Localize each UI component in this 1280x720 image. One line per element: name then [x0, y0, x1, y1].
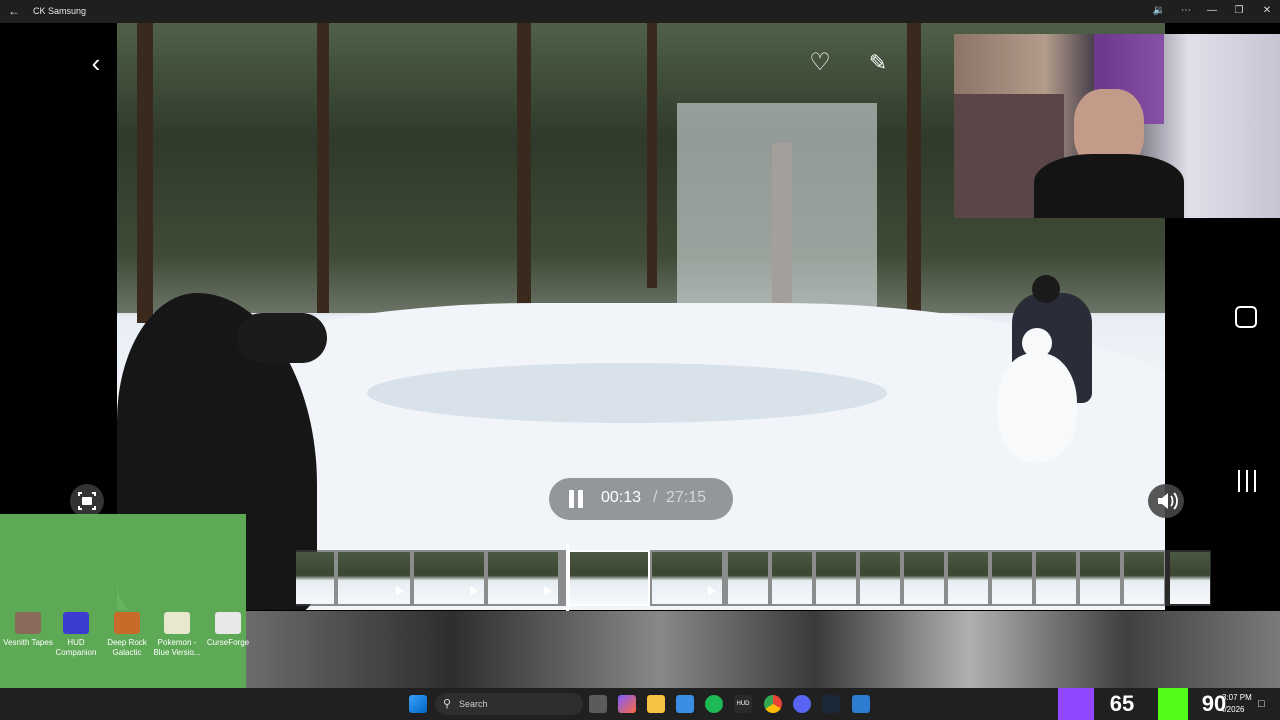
window-title: CK Samsung: [33, 6, 87, 16]
favorite-heart-icon[interactable]: ♡: [804, 48, 836, 80]
app-window-icon[interactable]: [852, 695, 870, 713]
file-explorer-icon[interactable]: [647, 695, 665, 713]
person-left-arm: [237, 313, 327, 363]
title-bar: ← CK Samsung 🔉 ⋯ — ❐ ✕: [0, 0, 1280, 23]
person-right-head: [1032, 275, 1060, 303]
desktop-icon-hud-companion[interactable]: HUD Companion: [48, 612, 104, 658]
copilot-icon[interactable]: [618, 695, 636, 713]
filmstrip-thumbnail[interactable]: [1080, 552, 1120, 604]
desktop-icon-pokemon-blue[interactable]: Pokemon - Blue Versio...: [149, 612, 205, 658]
desktop-background: [0, 514, 246, 688]
app-icon: [164, 612, 190, 634]
desktop-icon-label: Deep Rock Galactic: [107, 638, 147, 657]
filmstrip-thumbnail[interactable]: [1170, 552, 1210, 604]
kick-icon[interactable]: [1158, 688, 1188, 720]
recent-apps-icon[interactable]: [1236, 470, 1258, 492]
desktop-icon-deep-rock-galactic[interactable]: Deep Rock Galactic: [99, 612, 155, 658]
close-button[interactable]: ✕: [1258, 3, 1276, 19]
filmstrip-thumbnail[interactable]: [296, 552, 334, 604]
restore-button[interactable]: ❐: [1230, 3, 1248, 19]
filmstrip-thumbnail[interactable]: [488, 552, 558, 604]
tree-trunk: [517, 23, 531, 318]
tree-trunk: [317, 23, 329, 313]
minimize-button[interactable]: —: [1203, 3, 1221, 19]
notepad-icon[interactable]: [676, 695, 694, 713]
twitch-viewer-count: 65: [1109, 691, 1135, 716]
snow-shadow: [367, 363, 887, 423]
speaker-icon[interactable]: 🔉: [1150, 3, 1168, 19]
filmstrip-thumbnail[interactable]: [816, 552, 856, 604]
filmstrip-thumbnail[interactable]: [860, 552, 900, 604]
home-nav-icon[interactable]: [1235, 306, 1257, 328]
filmstrip-thumbnail[interactable]: [338, 552, 410, 604]
edit-pencil-icon[interactable]: ✎: [862, 48, 894, 80]
search-icon: ⚲: [443, 698, 452, 710]
desktop-icon-label: Pokemon - Blue Versio...: [153, 638, 201, 657]
filmstrip-thumbnail[interactable]: [1124, 552, 1164, 604]
app-icon: [114, 612, 140, 634]
desktop-icon-label: Vesnith Tapes: [3, 638, 53, 647]
filmstrip-thumbnail-selected[interactable]: [568, 550, 650, 606]
webcam-person-body: [1034, 154, 1184, 218]
tree-trunk: [137, 23, 153, 323]
filmstrip-timeline[interactable]: [296, 544, 1211, 612]
filmstrip-playhead[interactable]: [566, 544, 569, 612]
desktop-wallpaper-strip: [246, 611, 1280, 688]
discord-icon[interactable]: [793, 695, 811, 713]
filmstrip-thumbnail[interactable]: [652, 552, 722, 604]
desktop-icon-label: CurseForge: [206, 638, 250, 647]
desktop-icon-curseforge[interactable]: CurseForge: [200, 612, 256, 648]
pause-icon[interactable]: [567, 490, 585, 508]
play-icon: [544, 586, 552, 596]
filmstrip-thumbnail[interactable]: [414, 552, 484, 604]
clock-time: 3:07 PM: [1222, 693, 1252, 702]
play-icon: [708, 586, 716, 596]
webcam-overlay: [954, 34, 1280, 218]
filmstrip-thumbnail[interactable]: [728, 552, 768, 604]
more-options-icon[interactable]: ⋯: [1177, 3, 1195, 19]
volume-icon[interactable]: [1148, 484, 1184, 518]
tree-trunk: [647, 23, 657, 288]
total-time: 27:15: [666, 489, 707, 506]
app-icon: [215, 612, 241, 634]
snowy-tree-patch: [677, 103, 877, 313]
current-time: 00:13: [601, 489, 642, 506]
hud-fx-icon[interactable]: HUD: [734, 695, 752, 713]
clock-date: 4/2026: [1220, 705, 1245, 714]
filmstrip-thumbnail[interactable]: [904, 552, 944, 604]
back-chevron-icon[interactable]: ‹: [80, 48, 112, 80]
snowman-head: [1022, 328, 1052, 358]
play-icon: [470, 586, 478, 596]
windows-start-icon[interactable]: [409, 695, 427, 713]
app-icon: [63, 612, 89, 634]
capture-frame-icon[interactable]: [70, 484, 104, 518]
filmstrip-thumbnail[interactable]: [1036, 552, 1076, 604]
back-arrow-icon[interactable]: ←: [8, 3, 22, 19]
time-separator: /: [653, 489, 658, 506]
playback-pill: 00:13 / 27:15: [549, 478, 733, 520]
notification-icon[interactable]: □: [1258, 698, 1265, 710]
play-icon: [396, 586, 404, 596]
filmstrip-thumbnail[interactable]: [772, 552, 812, 604]
search-label: Search: [459, 699, 488, 709]
chrome-icon[interactable]: [764, 695, 782, 713]
filmstrip-thumbnail[interactable]: [948, 552, 988, 604]
taskbar-search-box[interactable]: ⚲ Search: [435, 693, 583, 715]
snowman: [997, 353, 1077, 463]
twitch-icon[interactable]: [1058, 688, 1094, 720]
steam-icon[interactable]: [822, 695, 840, 713]
desktop-icon-label: HUD Companion: [55, 638, 97, 657]
app-icon: [15, 612, 41, 634]
filmstrip-thumbnail[interactable]: [992, 552, 1032, 604]
task-view-icon[interactable]: [589, 695, 607, 713]
tree-trunk: [907, 23, 921, 323]
spotify-icon[interactable]: [705, 695, 723, 713]
